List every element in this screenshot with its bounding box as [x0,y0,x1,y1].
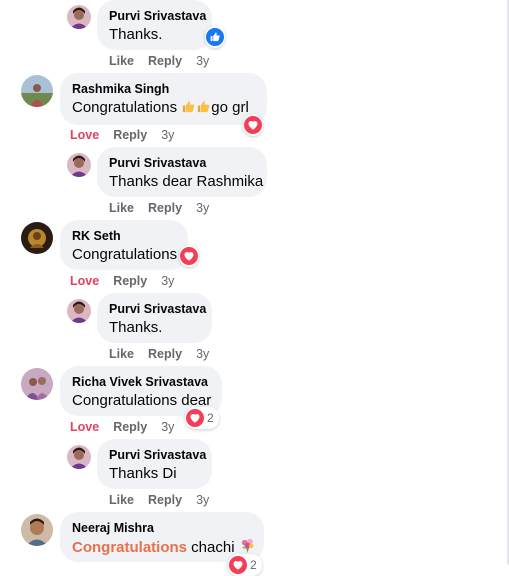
comment-actions: Like Reply 3y [109,200,223,216]
like-button[interactable]: Like [109,200,134,216]
highlighted-text: Congratulations [72,539,187,556]
comment-text: Congratulations go grl [72,99,249,116]
comment-bubble: Purvi Srivastava Thanks dear Rashmika [97,147,267,197]
reaction-badge[interactable]: 2 [185,407,219,429]
avatar[interactable] [21,222,53,254]
reply-button[interactable]: Reply [148,200,182,216]
comment-text: Congratulations [72,246,178,263]
avatar[interactable] [67,299,91,323]
thumbs-up-icon [181,99,196,114]
reply-button[interactable]: Reply [148,53,182,69]
comment-text: Thanks dear Rashmika [109,173,264,190]
reply-button[interactable]: Reply [148,492,182,508]
timestamp[interactable]: 3y [161,419,174,435]
avatar[interactable] [21,368,53,400]
avatar[interactable] [21,75,53,107]
avatar[interactable] [67,153,91,177]
comment-author[interactable]: Rashmika Singh [72,81,255,97]
comment-author[interactable]: Richa Vivek Srivastava [72,374,210,390]
timestamp[interactable]: 3y [196,492,209,508]
heart-icon [229,556,247,574]
like-button[interactable]: Like [109,346,134,362]
comment-actions: Love Reply 3y [70,273,188,289]
reaction-badge[interactable] [179,245,199,267]
reaction-count: 2 [250,558,257,572]
love-button[interactable]: Love [70,419,99,435]
comment-actions: Love Reply 3y [70,419,188,435]
love-button[interactable]: Love [70,127,99,143]
timestamp[interactable]: 3y [196,53,209,69]
timestamp[interactable]: 3y [161,273,174,289]
avatar[interactable] [21,514,53,546]
comment-bubble: Purvi Srivastava Thanks. [97,293,212,343]
reaction-badge[interactable]: 2 [228,554,262,576]
comment-author[interactable]: Purvi Srivastava [109,8,206,24]
comment-text: Thanks Di [109,465,177,482]
heart-icon [186,409,204,427]
like-button[interactable]: Like [109,492,134,508]
avatar[interactable] [67,445,91,469]
love-button[interactable]: Love [70,273,99,289]
reaction-badge[interactable] [243,114,263,136]
reaction-count: 2 [207,411,214,425]
comment-bubble: Rashmika Singh Congratulations go grl [60,73,267,125]
heart-icon [180,247,198,265]
timestamp[interactable]: 3y [196,346,209,362]
bouquet-icon [239,537,256,554]
thumbs-up-icon [196,99,211,114]
comment-actions: Like Reply 3y [109,492,223,508]
heart-icon [244,116,262,134]
comment-author[interactable]: Purvi Srivastava [109,447,206,463]
reply-button[interactable]: Reply [113,127,147,143]
like-icon [206,28,224,46]
comment-bubble: Purvi Srivastava Thanks. [97,0,212,50]
comment-text: Thanks. [109,26,163,43]
timestamp[interactable]: 3y [196,200,209,216]
reaction-badge[interactable] [205,26,225,48]
comment-actions: Like Reply 3y [109,53,223,69]
comment-actions: Love Reply 3y [70,127,188,143]
comment-author[interactable]: Purvi Srivastava [109,301,206,317]
timestamp[interactable]: 3y [161,127,174,143]
comment-bubble: RK Seth Congratulations [60,220,188,270]
reply-button[interactable]: Reply [113,273,147,289]
reply-button[interactable]: Reply [148,346,182,362]
comment-text: Thanks. [109,319,163,336]
comment-author[interactable]: RK Seth [72,228,176,244]
comment-author[interactable]: Purvi Srivastava [109,155,255,171]
comment-actions: Like Reply 3y [109,346,223,362]
like-button[interactable]: Like [109,53,134,69]
comment-text: Congratulations chachi [72,537,252,558]
comment-author[interactable]: Neeraj Mishra [72,520,252,536]
comment-bubble: Purvi Srivastava Thanks Di [97,439,212,489]
avatar[interactable] [67,5,91,29]
reply-button[interactable]: Reply [113,419,147,435]
